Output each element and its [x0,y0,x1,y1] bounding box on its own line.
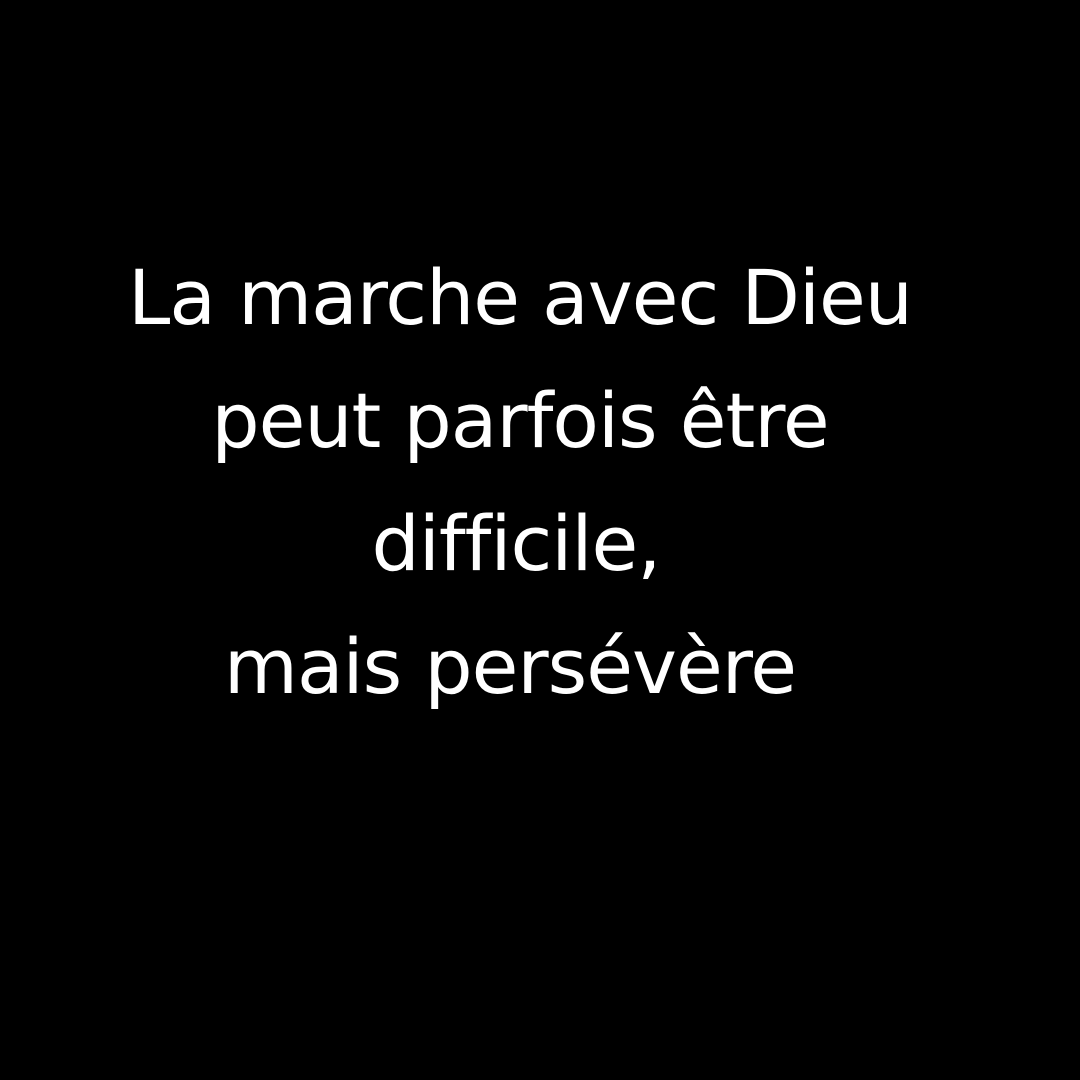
quote-canvas: La marche avec Dieu peut parfois être di… [0,0,1080,1080]
quote-line-1: La marche avec Dieu [128,253,913,342]
quote-line-2: peut parfois être [211,376,829,465]
quote-line-3: difficile, [371,499,662,588]
quote-line-4: mais persévère [223,622,797,711]
quote-text: La marche avec Dieu peut parfois être di… [0,236,1080,728]
